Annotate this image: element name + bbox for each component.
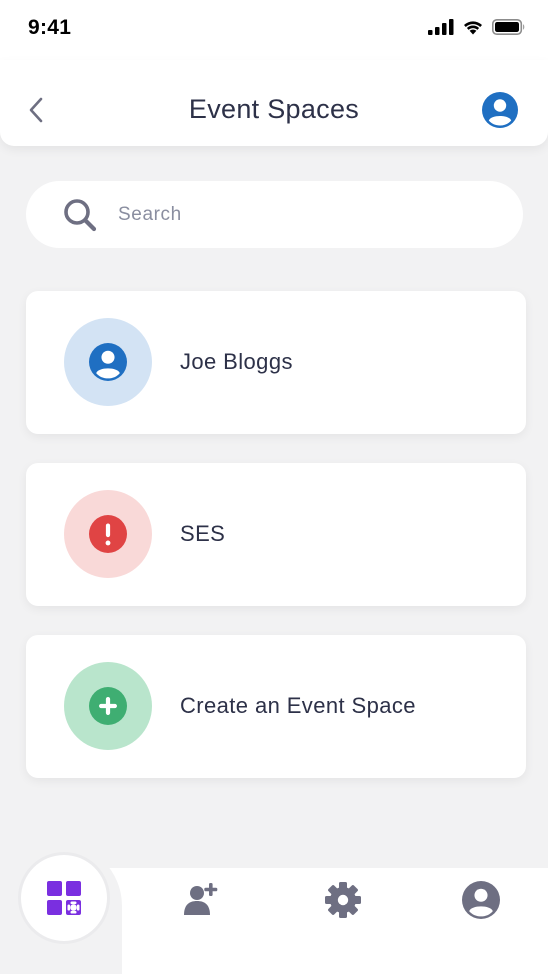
plus-circle-icon xyxy=(89,687,127,725)
add-user-icon xyxy=(184,883,218,915)
space-avatar xyxy=(64,662,152,750)
user-circle-icon xyxy=(89,343,127,381)
nav-profile-button[interactable] xyxy=(459,878,503,922)
space-label: Create an Event Space xyxy=(180,693,416,718)
space-label: Joe Bloggs xyxy=(180,349,293,374)
nav-add-user-button[interactable] xyxy=(178,878,222,922)
gear-icon xyxy=(325,882,361,918)
grid-icon xyxy=(47,881,81,915)
battery-icon xyxy=(492,19,525,35)
space-label: SES xyxy=(180,521,226,546)
header: Event Spaces xyxy=(0,60,548,146)
search-icon xyxy=(64,199,97,232)
alert-circle-icon xyxy=(89,515,127,553)
wifi-icon xyxy=(464,21,482,35)
create-event-space-card[interactable]: Create an Event Space xyxy=(26,635,526,778)
status-icons xyxy=(428,19,526,35)
space-avatar xyxy=(64,490,152,578)
nav-settings-button[interactable] xyxy=(321,878,365,922)
search-input[interactable] xyxy=(116,199,500,231)
avatar-button[interactable] xyxy=(482,92,518,128)
user-circle-icon xyxy=(482,92,518,128)
page-title: Event Spaces xyxy=(188,94,360,124)
space-avatar xyxy=(64,318,152,406)
event-space-card-joe-bloggs[interactable]: Joe Bloggs xyxy=(26,291,526,434)
cellular-signal-icon xyxy=(428,19,454,35)
search-bar xyxy=(26,181,523,248)
profile-icon xyxy=(462,881,500,919)
status-bar: 9:41 xyxy=(0,0,548,60)
status-time: 9:41 xyxy=(28,16,72,39)
event-space-card-ses[interactable]: SES xyxy=(26,463,526,606)
nav-home-button[interactable] xyxy=(21,855,107,941)
